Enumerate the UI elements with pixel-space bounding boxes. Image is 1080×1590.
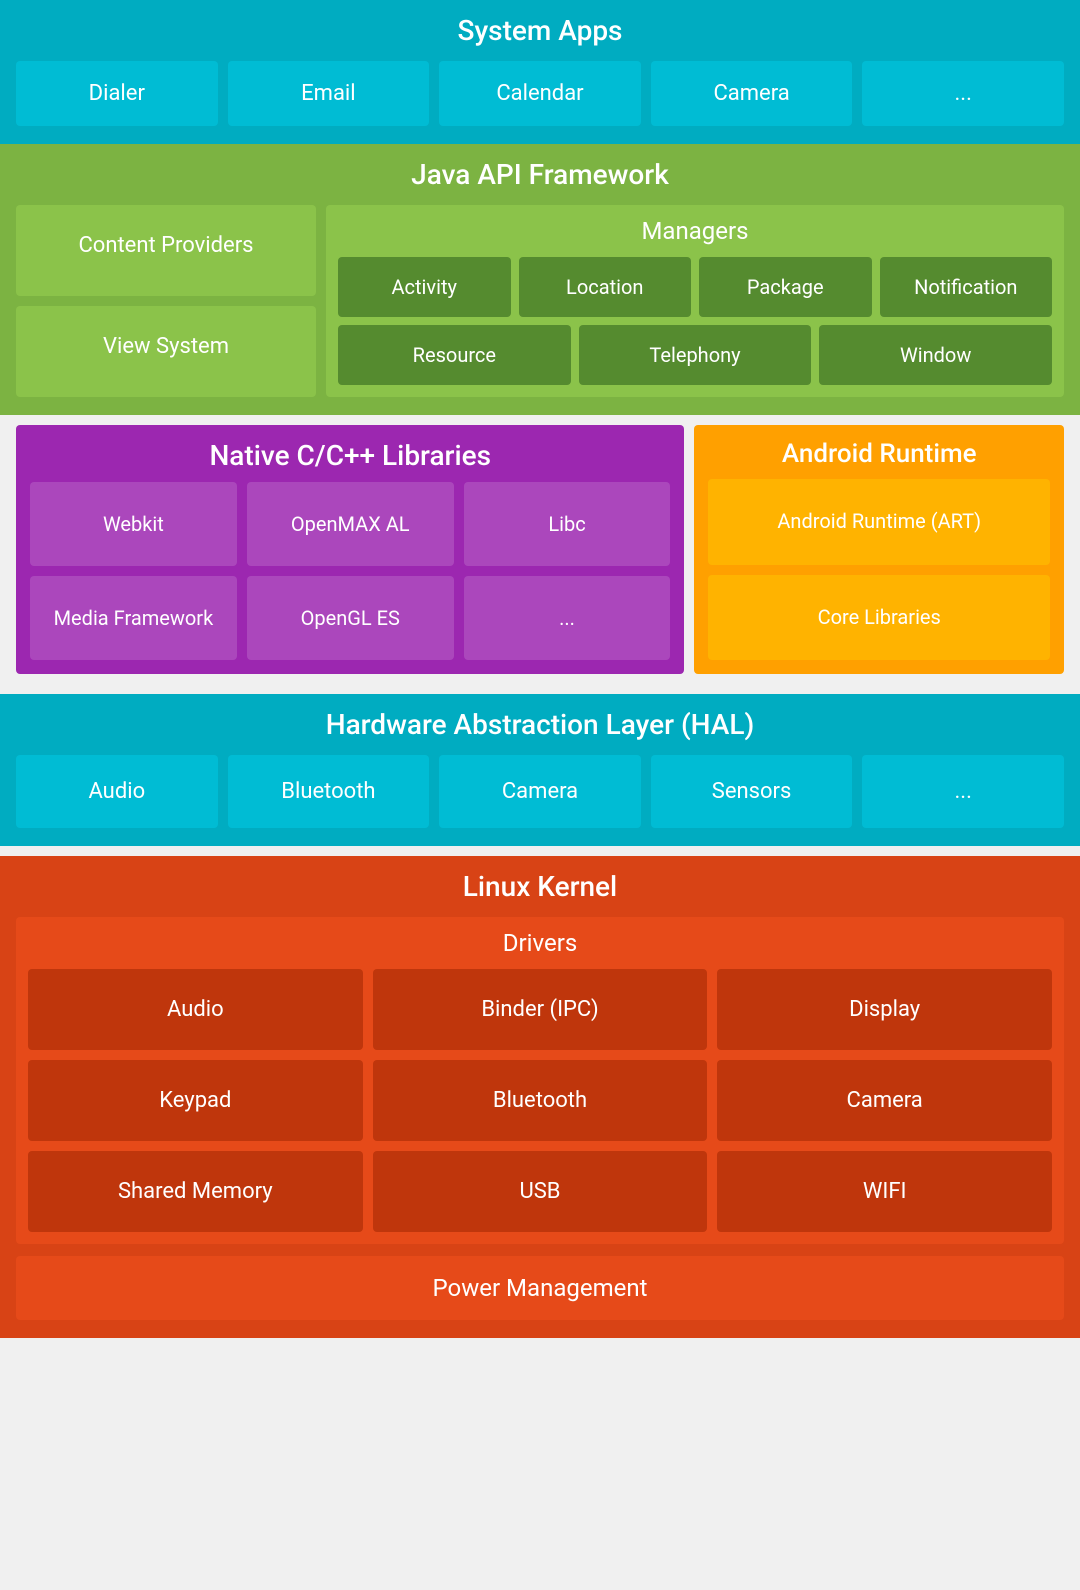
hal-row: Audio Bluetooth Camera Sensors ... [16,755,1064,828]
native-media: Media Framework [30,576,237,660]
hal-audio: Audio [16,755,218,828]
driver-display: Display [717,969,1052,1050]
native-runtime-wrapper: Native C/C++ Libraries Webkit OpenMAX AL… [0,415,1080,684]
java-api-layer: Java API Framework Content Providers Vie… [0,144,1080,415]
manager-resource: Resource [338,325,571,385]
managers-box: Managers Activity Location Package Notif… [326,205,1064,397]
native-libs-title: Native C/C++ Libraries [30,439,670,472]
android-runtime-box: Android Runtime Android Runtime (ART) Co… [694,425,1064,674]
android-runtime-title: Android Runtime [708,439,1050,469]
java-api-title: Java API Framework [16,158,1064,191]
native-runtime-row: Native C/C++ Libraries Webkit OpenMAX AL… [0,425,1080,674]
drivers-grid: Audio Binder (IPC) Display Keypad Blueto… [28,969,1052,1232]
hal-layer: Hardware Abstraction Layer (HAL) Audio B… [0,694,1080,846]
app-calendar: Calendar [439,61,641,126]
native-openmax: OpenMAX AL [247,482,454,566]
driver-binder: Binder (IPC) [373,969,708,1050]
app-email: Email [228,61,430,126]
runtime-core-libs: Core Libraries [708,575,1050,661]
driver-usb: USB [373,1151,708,1232]
driver-audio: Audio [28,969,363,1050]
app-more: ... [862,61,1064,126]
native-libs-grid: Webkit OpenMAX AL Libc Media Framework O… [30,482,670,660]
manager-telephony: Telephony [579,325,812,385]
manager-notification: Notification [880,257,1053,317]
hal-camera: Camera [439,755,641,828]
native-opengl: OpenGL ES [247,576,454,660]
linux-kernel-layer: Linux Kernel Drivers Audio Binder (IPC) … [0,856,1080,1338]
java-api-left: Content Providers View System [16,205,316,397]
manager-location: Location [519,257,692,317]
runtime-art: Android Runtime (ART) [708,479,1050,565]
drivers-title: Drivers [28,929,1052,957]
hal-title: Hardware Abstraction Layer (HAL) [16,708,1064,741]
native-more: ... [464,576,671,660]
managers-row-1: Activity Location Package Notification [338,257,1052,317]
view-system-card: View System [16,306,316,397]
content-providers-card: Content Providers [16,205,316,296]
driver-wifi: WIFI [717,1151,1052,1232]
system-apps-row: Dialer Email Calendar Camera ... [16,61,1064,126]
driver-keypad: Keypad [28,1060,363,1141]
managers-row-2: Resource Telephony Window [338,325,1052,385]
system-apps-title: System Apps [16,14,1064,47]
manager-activity: Activity [338,257,511,317]
driver-shared-memory: Shared Memory [28,1151,363,1232]
app-camera: Camera [651,61,853,126]
app-dialer: Dialer [16,61,218,126]
manager-package: Package [699,257,872,317]
managers-title: Managers [338,217,1052,245]
driver-camera: Camera [717,1060,1052,1141]
hal-sensors: Sensors [651,755,853,828]
native-libc: Libc [464,482,671,566]
power-management-bar: Power Management [16,1256,1064,1320]
manager-window: Window [819,325,1052,385]
java-api-content: Content Providers View System Managers A… [16,205,1064,397]
driver-bluetooth: Bluetooth [373,1060,708,1141]
hal-more: ... [862,755,1064,828]
hal-bluetooth: Bluetooth [228,755,430,828]
native-libs-box: Native C/C++ Libraries Webkit OpenMAX AL… [16,425,684,674]
system-apps-layer: System Apps Dialer Email Calendar Camera… [0,0,1080,144]
linux-kernel-title: Linux Kernel [16,870,1064,903]
native-webkit: Webkit [30,482,237,566]
drivers-box: Drivers Audio Binder (IPC) Display Keypa… [16,917,1064,1244]
